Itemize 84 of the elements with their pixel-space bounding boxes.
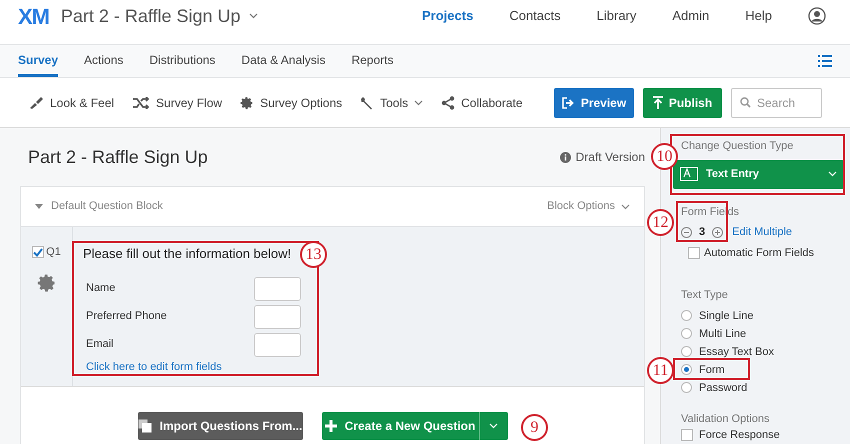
list-icon[interactable] <box>818 55 832 67</box>
nav-link[interactable]: Library <box>596 6 636 26</box>
minus-icon <box>684 232 689 233</box>
text-entry-icon <box>680 167 698 181</box>
form-field-count: 3 <box>699 225 706 240</box>
tab[interactable]: Data & Analysis <box>241 45 326 77</box>
copy-icon <box>138 419 152 433</box>
gear-icon[interactable] <box>36 272 56 292</box>
text-input-field[interactable] <box>254 276 301 300</box>
checkbox[interactable] <box>688 246 700 259</box>
chevron-down-icon <box>621 204 630 210</box>
search-icon <box>740 97 751 108</box>
brush-icon <box>28 96 44 110</box>
minus-button[interactable] <box>681 226 692 238</box>
edit-multiple-link[interactable]: Edit Multiple <box>732 224 792 240</box>
edit-form-fields-link[interactable]: Click here to edit form fields <box>83 358 301 375</box>
info-icon <box>560 152 571 162</box>
radio-button[interactable] <box>681 382 692 393</box>
plus-icon <box>324 420 337 432</box>
editor-title: Part 2 - Raffle Sign Up <box>28 146 208 169</box>
user-avatar-icon[interactable] <box>808 7 826 25</box>
checkbox-label: Force Response <box>699 430 780 440</box>
checkbox[interactable] <box>681 429 693 441</box>
toolbar-item[interactable]: Survey Options <box>240 94 342 112</box>
shuffle-icon <box>132 96 150 108</box>
toolbar-item[interactable]: Look & Feel <box>28 94 114 112</box>
chevron-down-icon <box>414 100 424 106</box>
upload-icon <box>652 96 663 110</box>
survey-title[interactable]: Part 2 - Raffle Sign Up <box>60 2 241 30</box>
plus-icon <box>715 230 720 235</box>
import-questions-button[interactable]: Import Questions From... <box>138 412 302 440</box>
chevron-down-icon <box>489 423 498 429</box>
tab[interactable]: Reports <box>351 45 394 77</box>
field-label: Preferred Phone <box>86 309 168 324</box>
toolbar-item[interactable]: Survey Flow <box>132 94 222 112</box>
create-question-button[interactable]: Create a New Question <box>322 412 478 440</box>
radio-label: Form <box>699 364 725 376</box>
tab[interactable]: Survey <box>18 45 58 77</box>
dropdown-button[interactable] <box>478 412 508 440</box>
radio-button[interactable] <box>681 328 692 339</box>
field-label: Email <box>86 337 115 352</box>
search-field[interactable]: Search <box>731 88 822 118</box>
radio-button[interactable] <box>681 346 692 357</box>
question-text: Please fill out the information below! <box>83 245 292 263</box>
checkbox-label: Automatic Form Fields <box>704 246 814 260</box>
section-label: Change Question Type <box>681 139 794 154</box>
preview-button[interactable]: Preview <box>554 88 634 118</box>
nav-link[interactable]: Contacts <box>509 6 561 26</box>
wrench-icon <box>360 96 374 110</box>
section-label: Validation Options <box>681 412 770 426</box>
block-options[interactable]: Block Options <box>547 198 630 215</box>
chevron-down-icon <box>828 171 837 177</box>
tab[interactable]: Distributions <box>149 45 216 77</box>
publish-button[interactable]: Publish <box>643 88 722 118</box>
nav-link[interactable]: Help <box>745 6 772 26</box>
radio-button[interactable] <box>681 310 692 321</box>
exit-icon <box>562 96 575 108</box>
search-input[interactable]: Search <box>757 94 812 112</box>
toolbar-item[interactable]: Tools <box>360 94 424 112</box>
chevron-down-icon <box>248 13 258 19</box>
text-input-field[interactable] <box>254 304 301 328</box>
question-number: Q1 <box>46 245 61 260</box>
gear-icon <box>240 96 254 110</box>
section-label: Text Type <box>681 288 729 303</box>
block-name[interactable]: Default Question Block <box>51 198 163 215</box>
radio-label: Essay Text Box <box>699 346 774 358</box>
radio-label: Password <box>699 382 748 394</box>
question-type-dropdown[interactable]: Text Entry <box>673 160 844 188</box>
question-checkbox[interactable] <box>32 246 44 258</box>
tab[interactable]: Actions <box>84 45 124 77</box>
draft-status: Draft Version <box>576 149 645 166</box>
nav-link[interactable]: Admin <box>672 6 710 26</box>
radio-label: Single Line <box>699 310 754 322</box>
share-icon <box>441 96 456 110</box>
plus-button[interactable] <box>712 226 724 238</box>
radio-button[interactable] <box>681 364 692 375</box>
toolbar-item[interactable]: Collaborate <box>441 94 523 112</box>
nav-link[interactable]: Projects <box>422 6 474 26</box>
caret-down-icon[interactable] <box>35 204 43 209</box>
logo[interactable]: XM <box>18 0 49 32</box>
text-input-field[interactable] <box>254 332 301 356</box>
radio-label: Multi Line <box>699 328 746 340</box>
check-icon <box>33 248 44 257</box>
field-label: Name <box>86 281 116 296</box>
